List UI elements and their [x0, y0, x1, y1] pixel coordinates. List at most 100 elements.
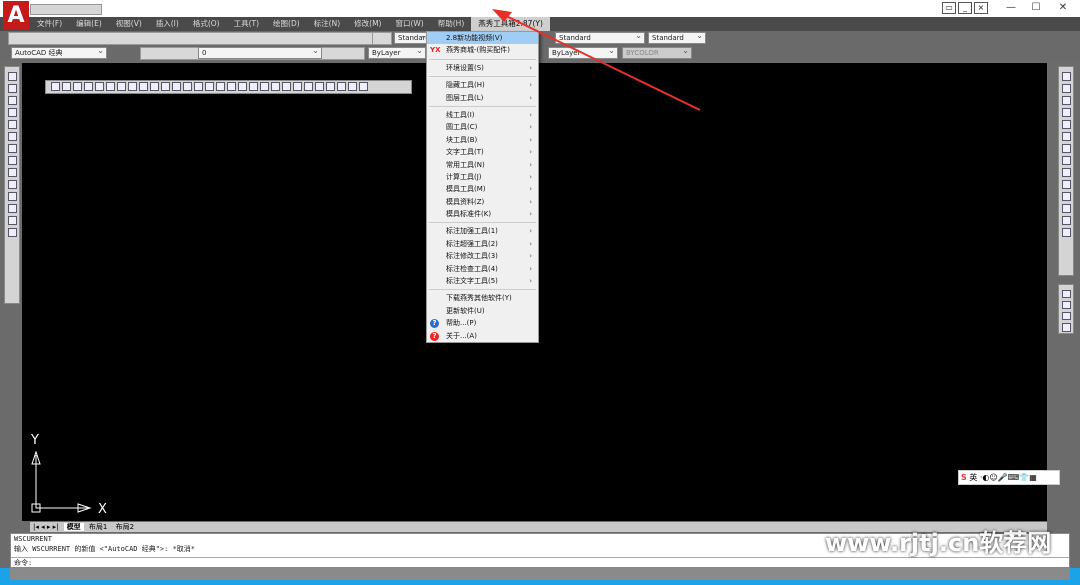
stretch-icon[interactable]: [1061, 167, 1071, 177]
text-style-select[interactable]: Standard: [394, 31, 430, 44]
menu-item[interactable]: 块工具(B) ›: [427, 134, 538, 146]
menu-item[interactable]: 模具工具(M) ›: [427, 183, 538, 195]
menu-file[interactable]: 文件(F): [30, 17, 69, 31]
menu-item-label: 标注检查工具(4): [446, 264, 498, 273]
close-button[interactable]: ✕: [1052, 1, 1074, 15]
bring-front-icon[interactable]: [1061, 289, 1071, 298]
break-icon[interactable]: [1061, 203, 1071, 213]
circle-icon[interactable]: [7, 131, 17, 141]
color-select[interactable]: ByLayer: [368, 46, 426, 59]
window-close-doc-icon[interactable]: ×: [974, 2, 988, 14]
chevron-right-icon: ›: [529, 172, 532, 181]
modify-toolbar[interactable]: [1058, 66, 1074, 276]
minimize-button[interactable]: —: [1000, 1, 1022, 15]
ellipse-icon[interactable]: [7, 155, 17, 165]
menu-item[interactable]: 文字工具(T) ›: [427, 146, 538, 158]
tab-layout1[interactable]: 布局1: [86, 523, 110, 531]
menu-separator: [429, 289, 536, 291]
menu-item[interactable]: 标注加强工具(1) ›: [427, 225, 538, 237]
chevron-right-icon: ›: [529, 264, 532, 273]
standard-toolbar[interactable]: [8, 32, 388, 45]
tab-nav-arrows[interactable]: |◂ ◂ ▸ ▸|: [30, 523, 61, 531]
menu-item[interactable]: ? 帮助...(P): [427, 317, 538, 329]
send-back-icon[interactable]: [1061, 300, 1071, 309]
menu-edit[interactable]: 编辑(E): [69, 17, 109, 31]
menu-modify[interactable]: 修改(M): [347, 17, 388, 31]
move-icon[interactable]: [1061, 131, 1071, 141]
menu-item[interactable]: 圆工具(C) ›: [427, 121, 538, 133]
command-input[interactable]: 命令:: [11, 557, 1069, 567]
menu-dimension[interactable]: 标注(N): [307, 17, 347, 31]
chevron-right-icon: ›: [529, 160, 532, 169]
menu-item[interactable]: 模具资料(Z) ›: [427, 196, 538, 208]
menu-item[interactable]: 下载燕秀其他软件(Y): [427, 292, 538, 304]
chevron-right-icon: ›: [529, 135, 532, 144]
erase-icon[interactable]: [1061, 71, 1071, 81]
point-icon[interactable]: [7, 179, 17, 189]
ime-language[interactable]: 英: [969, 473, 977, 482]
tab-model[interactable]: 模型: [63, 523, 84, 531]
maximize-button[interactable]: ☐: [1025, 1, 1047, 15]
text-style-icon[interactable]: [372, 32, 392, 45]
polyline-icon[interactable]: [7, 83, 17, 93]
fillet-icon[interactable]: [1061, 227, 1071, 237]
window-restore-icon[interactable]: ▭: [942, 2, 956, 14]
block-icon[interactable]: [7, 167, 17, 177]
send-under-icon[interactable]: [1061, 323, 1071, 332]
menu-item[interactable]: 常用工具(N) ›: [427, 159, 538, 171]
yanxiu-floating-toolbar[interactable]: [45, 80, 412, 94]
menu-item[interactable]: 标注文字工具(5) ›: [427, 275, 538, 287]
menu-tools[interactable]: 工具(T): [227, 17, 266, 31]
text-icon[interactable]: [7, 227, 17, 237]
yx-shop-icon: YX: [430, 46, 441, 55]
ucs-icon: Y X: [30, 433, 107, 515]
arc-icon[interactable]: [7, 119, 17, 129]
offset-icon[interactable]: [1061, 107, 1071, 117]
trim-icon[interactable]: [1061, 179, 1071, 189]
hatch-icon[interactable]: [7, 191, 17, 201]
autocad-logo[interactable]: A: [3, 1, 29, 30]
menu-draw[interactable]: 绘图(D): [266, 17, 307, 31]
ime-tools-icons[interactable]: ·◐☺🎤⌨👕▦: [980, 473, 1037, 482]
table-icon[interactable]: [7, 215, 17, 225]
menu-format[interactable]: 格式(O): [186, 17, 227, 31]
copy-icon[interactable]: [1061, 83, 1071, 93]
menu-item-label: 标注超强工具(2): [446, 239, 498, 248]
menu-item[interactable]: 标注修改工具(3) ›: [427, 250, 538, 262]
menu-item[interactable]: 标注检查工具(4) ›: [427, 263, 538, 275]
tab-layout2[interactable]: 布局2: [113, 523, 137, 531]
menu-view[interactable]: 视图(V): [109, 17, 149, 31]
menu-item-label: 标注加强工具(1): [446, 227, 498, 236]
bring-above-icon[interactable]: [1061, 312, 1071, 321]
polygon-icon[interactable]: [7, 95, 17, 105]
annotation-arrow: [492, 9, 701, 111]
ime-toolbar[interactable]: S 英 ·◐☺🎤⌨👕▦: [958, 470, 1060, 485]
menu-help[interactable]: 帮助(H): [431, 17, 472, 31]
region-icon[interactable]: [7, 203, 17, 213]
menu-window[interactable]: 窗口(W): [388, 17, 430, 31]
workspace-select[interactable]: AutoCAD 经典: [11, 46, 107, 59]
mirror-icon[interactable]: [1061, 95, 1071, 105]
rotate-icon[interactable]: [1061, 143, 1071, 153]
draw-toolbar[interactable]: [4, 66, 20, 304]
draworder-toolbar[interactable]: [1058, 284, 1074, 334]
chamfer-icon[interactable]: [1061, 215, 1071, 225]
menu-insert[interactable]: 插入(I): [149, 17, 186, 31]
menu-item[interactable]: 更新软件(U): [427, 305, 538, 317]
spline-icon[interactable]: [7, 143, 17, 153]
menu-item[interactable]: 标注超强工具(2) ›: [427, 238, 538, 250]
extend-icon[interactable]: [1061, 191, 1071, 201]
sogou-icon[interactable]: S: [961, 473, 967, 482]
menu-item-label: 文字工具(T): [446, 148, 484, 157]
scale-icon[interactable]: [1061, 155, 1071, 165]
chevron-right-icon: ›: [529, 252, 532, 261]
rectangle-icon[interactable]: [7, 107, 17, 117]
menu-item[interactable]: 模具标准件(K) ›: [427, 208, 538, 220]
layer-select[interactable]: 0: [198, 46, 322, 59]
window-minimize-icon[interactable]: _: [958, 2, 972, 14]
quick-access-toolbar[interactable]: [30, 4, 102, 15]
menu-item[interactable]: ? 关于...(A): [427, 330, 538, 342]
line-icon[interactable]: [7, 71, 17, 81]
array-icon[interactable]: [1061, 119, 1071, 129]
menu-item[interactable]: 计算工具(J) ›: [427, 171, 538, 183]
